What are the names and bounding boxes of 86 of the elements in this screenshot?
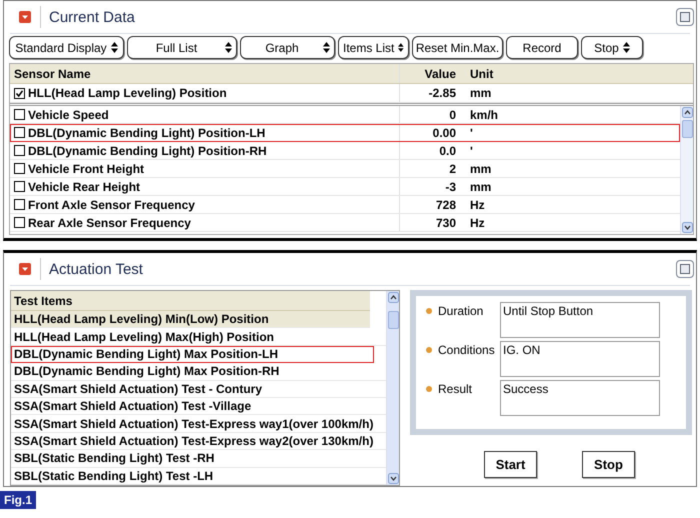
checkbox[interactable] [14,163,25,174]
sensor-value: -2.85 [428,86,457,100]
sensor-name: HLL(Head Lamp Leveling) Position [28,86,227,100]
sensor-value: 2 [448,162,457,176]
checkbox[interactable] [14,109,25,120]
action-button[interactable]: Stop [582,451,635,478]
bullet-icon [426,308,432,314]
test-item[interactable]: HLL(Head Lamp Leveling) Min(Low) Position [11,311,370,328]
toolbar-button[interactable]: Reset Min.Max. [412,36,503,59]
checkbox[interactable] [14,145,25,156]
bullet-icon [426,347,432,353]
checkbox[interactable] [14,217,25,228]
maximize-button[interactable] [676,260,694,278]
sensor-unit: Hz [469,198,486,212]
up-down-arrow-icon [110,42,118,53]
field-label: Conditions [438,342,496,357]
test-item[interactable]: SSA(Smart Shield Actuation) Test-Express way2(over 130km/h) [11,432,386,450]
maximize-button[interactable] [676,8,694,26]
collapse-button[interactable] [18,262,32,276]
scrollbar[interactable] [386,291,399,485]
column-header[interactable]: Unit [464,64,674,83]
caret-down-icon [19,11,31,23]
toolbar-button[interactable]: Full List [127,36,237,59]
sensor-name: DBL(Dynamic Bending Light) Position-LH [28,126,266,140]
up-down-arrow-icon [323,42,330,53]
sensor-name: Front Axle Sensor Frequency [28,198,195,212]
sensor-name: Vehicle Rear Height [28,180,140,194]
up-down-arrow-icon [398,42,404,53]
panel-title: Actuation Test [49,260,143,278]
output-field: IG. ON [500,341,660,377]
scroll-thumb[interactable] [682,120,692,138]
collapse-button[interactable] [18,10,32,24]
toolbar-button[interactable]: Standard Display [9,36,124,59]
test-item[interactable]: SBL(Static Bending Light) Test -RH [11,450,386,468]
sensor-unit: km/h [469,108,500,122]
test-item[interactable]: DBL(Dynamic Bending Light) Max Position-LH [11,346,374,364]
up-down-arrow-icon [225,42,232,53]
sensor-unit: mm [469,180,492,194]
bullet-icon [426,386,432,392]
sensor-unit: ' [469,144,474,158]
field-label: Result [438,381,474,396]
test-item[interactable]: DBL(Dynamic Bending Light) Max Position-RH [11,363,386,381]
scroll-down-icon [682,222,692,233]
sensor-unit: mm [469,86,492,100]
test-item[interactable]: SSA(Smart Shield Actuation) Test -Village [11,398,386,416]
sensor-unit: Hz [469,216,486,230]
test-item[interactable]: HLL(Head Lamp Leveling) Max(High) Position [11,328,386,346]
scroll-up-icon [388,292,398,303]
up-down-arrow-icon [622,42,630,53]
sensor-value: -3 [444,180,457,194]
test-item[interactable]: SBL(Static Bending Light) Test -LH [11,468,386,485]
checkbox[interactable] [14,127,25,138]
toolbar-button[interactable]: Items List [338,36,409,59]
scrollbar[interactable] [680,106,693,234]
sensor-name: Vehicle Speed [28,108,109,122]
output-field: Until Stop Button [500,302,660,338]
sensor-value: 0 [448,108,457,122]
output-field: Success [500,380,660,416]
column-header[interactable]: Test Items [11,291,370,311]
panel-title: Current Data [49,8,135,26]
toolbar-button[interactable]: Graph [240,36,335,59]
sensor-value: 0.0 [438,144,457,158]
column-header[interactable]: Sensor Name [10,64,400,83]
caret-down-icon [19,263,31,275]
sensor-unit: ' [469,126,474,140]
test-item[interactable]: SSA(Smart Shield Actuation) Test-Express way1(over 100km/h) [11,415,386,433]
sensor-value: 728 [434,198,457,212]
sensor-unit: mm [469,162,492,176]
checkbox[interactable] [14,88,25,98]
sensor-value: 730 [434,216,457,230]
toolbar-button[interactable]: Stop [581,36,643,59]
column-header[interactable]: Value [400,64,464,83]
sensor-value: 0.00 [432,126,457,140]
scroll-up-icon [682,107,692,118]
scroll-thumb[interactable] [388,311,398,329]
checkbox[interactable] [14,199,25,210]
sensor-name: Rear Axle Sensor Frequency [28,216,191,230]
figure-label: Fig.1 [0,491,36,509]
scroll-down-icon [388,473,398,484]
toolbar-button[interactable]: Record [506,36,578,59]
test-item[interactable]: SSA(Smart Shield Actuation) Test - Contury [11,380,386,398]
field-label: Duration [438,303,484,318]
action-button[interactable]: Start [484,451,537,478]
sensor-name: Vehicle Front Height [28,162,144,176]
checkbox[interactable] [14,181,25,192]
sensor-name: DBL(Dynamic Bending Light) Position-RH [28,144,267,158]
